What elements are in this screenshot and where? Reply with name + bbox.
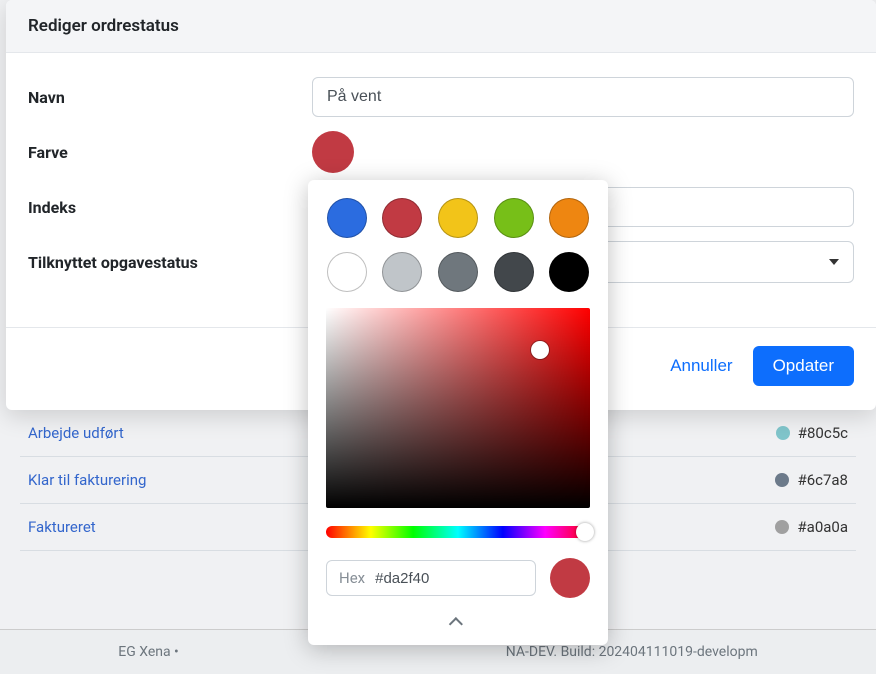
footer-brand: EG Xena • — [118, 644, 179, 660]
color-dot — [775, 520, 789, 534]
color-trigger[interactable] — [312, 131, 354, 173]
hex-row: Hex — [326, 558, 590, 598]
color-picker-popover: Hex — [308, 180, 608, 645]
status-color-cell: #80c5c — [776, 424, 848, 442]
cancel-button[interactable]: Annuller — [670, 356, 732, 376]
swatch-light-gray[interactable] — [382, 252, 422, 292]
modal-title: Rediger ordrestatus — [28, 16, 854, 36]
name-input[interactable] — [312, 77, 854, 117]
collapse-toggle[interactable] — [326, 608, 590, 635]
status-link[interactable]: Faktureret — [28, 518, 96, 536]
label-name: Navn — [28, 88, 312, 107]
swatch-red[interactable] — [382, 198, 422, 238]
hue-thumb[interactable] — [576, 523, 594, 541]
swatch-blue[interactable] — [327, 198, 367, 238]
swatch-grid — [326, 198, 590, 292]
color-dot — [776, 426, 790, 440]
label-index: Indeks — [28, 198, 312, 217]
form-row-name: Navn — [28, 77, 854, 117]
status-color-cell: #a0a0a — [775, 518, 848, 536]
swatch-yellow[interactable] — [438, 198, 478, 238]
status-color-cell: #6c7a8 — [775, 471, 848, 489]
form-row-color: Farve — [28, 131, 854, 173]
color-dot — [775, 473, 789, 487]
hex-input[interactable] — [375, 570, 523, 587]
chevron-up-icon — [449, 617, 463, 631]
swatch-white[interactable] — [327, 252, 367, 292]
saturation-panel[interactable] — [326, 308, 590, 508]
hex-label: Hex — [339, 569, 365, 587]
hex-text: #80c5c — [798, 424, 848, 442]
label-linked-task-status: Tilknyttet opgavestatus — [28, 253, 312, 272]
label-color: Farve — [28, 143, 312, 162]
swatch-orange[interactable] — [549, 198, 589, 238]
status-link[interactable]: Arbejde udført — [28, 424, 124, 442]
saturation-thumb[interactable] — [531, 341, 549, 359]
swatch-gray[interactable] — [438, 252, 478, 292]
submit-button[interactable]: Opdater — [753, 346, 854, 386]
status-link[interactable]: Klar til fakturering — [28, 471, 146, 489]
chevron-down-icon — [829, 259, 839, 265]
modal-header: Rediger ordrestatus — [6, 0, 876, 53]
hex-preview-swatch — [550, 558, 590, 598]
hue-slider[interactable] — [326, 526, 590, 538]
swatch-black[interactable] — [549, 252, 589, 292]
hex-text: #6c7a8 — [797, 471, 848, 489]
hex-text: #a0a0a — [797, 518, 848, 536]
footer-build: NA-DEV. Build: 202404111019-developm — [506, 644, 758, 660]
hex-input-wrap: Hex — [326, 560, 536, 596]
swatch-dark-gray[interactable] — [494, 252, 534, 292]
swatch-green[interactable] — [494, 198, 534, 238]
